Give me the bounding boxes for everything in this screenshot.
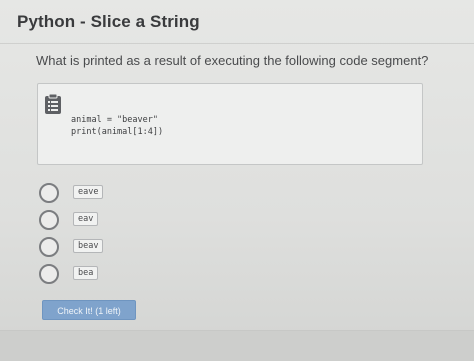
answer-option[interactable]: eav xyxy=(38,210,158,230)
quiz-page: Python - Slice a String What is printed … xyxy=(0,0,474,361)
answer-option[interactable]: beav xyxy=(38,237,158,257)
code-text: animal = "beaver" print(animal[1:4]) xyxy=(71,114,163,138)
answer-label: eave xyxy=(73,185,104,199)
question-prompt: What is printed as a result of executing… xyxy=(36,53,429,68)
page-title: Python - Slice a String xyxy=(17,12,200,31)
radio-button[interactable] xyxy=(39,210,59,230)
footer-bar xyxy=(0,331,474,361)
check-it-button[interactable]: Check It! (1 left) xyxy=(42,300,136,320)
header: Python - Slice a String xyxy=(0,0,474,44)
clipboard-icon xyxy=(44,93,62,115)
answer-label: bea xyxy=(73,266,99,280)
answer-option[interactable]: bea xyxy=(38,264,158,284)
radio-button[interactable] xyxy=(39,237,59,257)
code-line: print(animal[1:4]) xyxy=(71,127,164,137)
code-block: animal = "beaver" print(animal[1:4]) xyxy=(37,83,423,165)
answer-label: beav xyxy=(73,239,104,253)
answer-option[interactable]: eave xyxy=(38,183,158,203)
answer-label: eav xyxy=(73,212,99,226)
code-line: animal = "beaver" xyxy=(71,115,158,125)
radio-button[interactable] xyxy=(39,183,59,203)
radio-button[interactable] xyxy=(39,264,59,284)
